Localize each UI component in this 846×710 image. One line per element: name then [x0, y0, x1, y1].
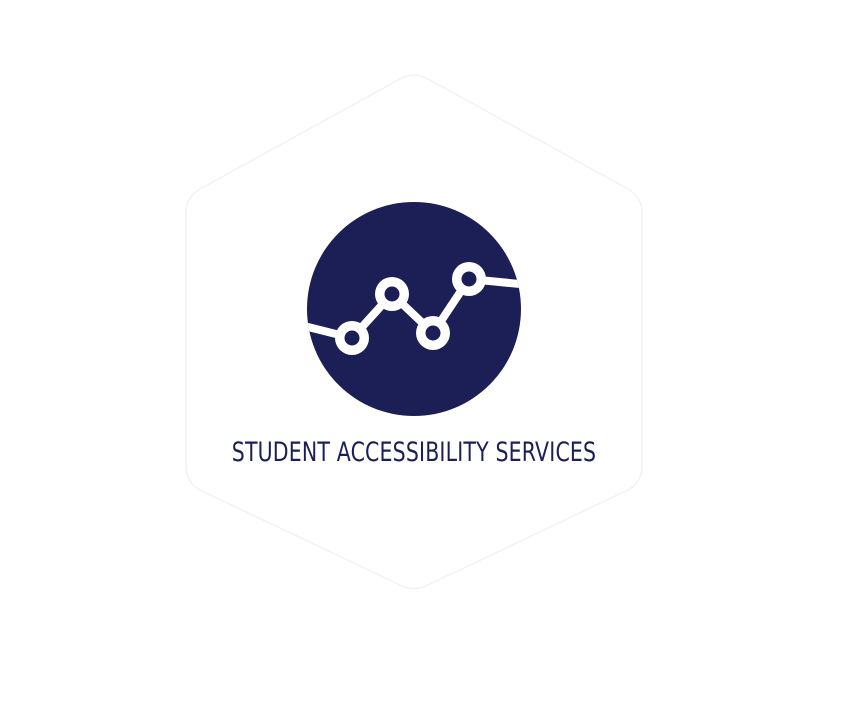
emblem-circle [307, 202, 521, 416]
logo-title: STUDENT ACCESSIBILITY SERVICES [231, 437, 597, 468]
logo-graphic [185, 74, 643, 590]
logo-canvas: STUDENT ACCESSIBILITY SERVICES [0, 0, 846, 710]
